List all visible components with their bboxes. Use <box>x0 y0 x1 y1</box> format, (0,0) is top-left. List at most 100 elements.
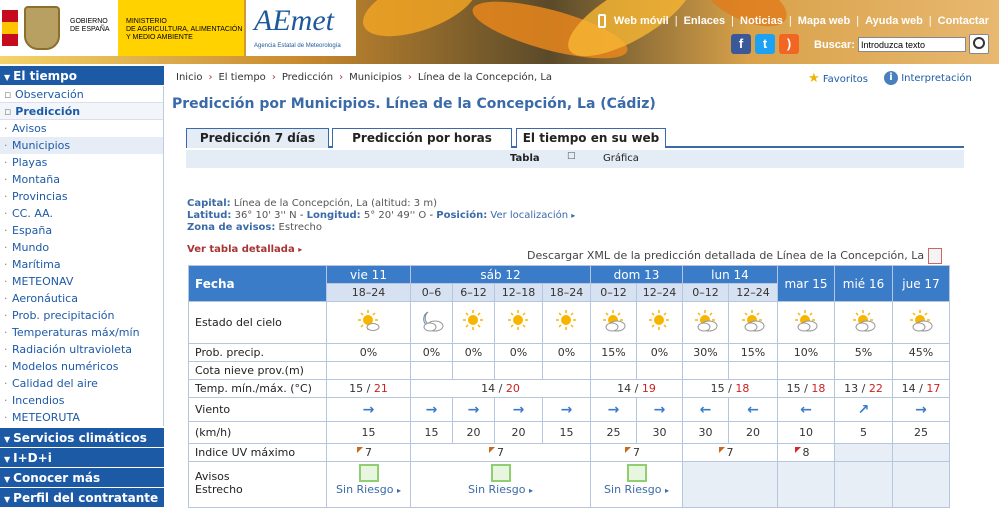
search-icon[interactable] <box>969 34 989 54</box>
tab-prediccion-por-horas[interactable]: Predicción por horas <box>332 128 512 148</box>
nav-mapa-web[interactable]: Mapa web <box>798 15 851 27</box>
wind-speed-cell: 15 <box>410 421 453 444</box>
sidebar-section-perfil-del-contratante[interactable]: ▼ Perfil del contratante <box>0 488 164 508</box>
uv-flag-icon <box>357 447 363 453</box>
interpretacion-link[interactable]: i Interpretación <box>884 71 972 85</box>
sidebar-item-radiaci-n-ultravioleta[interactable]: Radiación ultravioleta <box>0 341 163 358</box>
sidebar-item-modelos-num-ricos[interactable]: Modelos numéricos <box>0 358 163 375</box>
twitter-icon[interactable]: t <box>755 34 775 54</box>
sidebar-item-meteonav[interactable]: METEONAV <box>0 273 163 290</box>
sidebar-item-municipios[interactable]: Municipios <box>0 137 163 154</box>
sidebar-section-i-d-i[interactable]: ▼ I+D+i <box>0 448 164 468</box>
breadcrumb-separator-icon: › <box>208 72 213 83</box>
sky-cell <box>834 301 893 344</box>
breadcrumb-item: Línea de la Concepción, La <box>417 72 553 83</box>
aviso-cell[interactable]: Sin Riesgo ▸ <box>326 461 411 508</box>
sidebar-item-provincias[interactable]: Provincias <box>0 188 163 205</box>
sky-cell <box>590 301 637 344</box>
subtab-bar: Tabla □ Gráfica <box>186 150 964 168</box>
row-label-temp: Temp. mín./máx. (°C) <box>188 379 327 398</box>
capital-value: Línea de la Concepción, La (altitud: 3 m… <box>233 198 437 209</box>
aemet-logo[interactable]: AEmet Agencia Estatal de Meteorología <box>246 0 356 56</box>
gov-line-1: GOBIERNO <box>70 18 108 25</box>
snow-cell <box>728 361 778 380</box>
tab-el-tiempo-en-su-web[interactable]: El tiempo en su web <box>516 128 666 148</box>
temp-max: 20 <box>505 382 520 395</box>
snow-cell <box>590 361 637 380</box>
sidebar-item-observacion[interactable]: ▫ Observación <box>0 86 163 103</box>
sidebar-item-avisos[interactable]: Avisos <box>0 120 163 137</box>
sidebar-item-mundo[interactable]: Mundo <box>0 239 163 256</box>
day-header: sáb 12 <box>410 265 591 284</box>
aviso-cell[interactable]: Sin Riesgo ▸ <box>410 461 591 508</box>
breadcrumb-item[interactable]: Municipios <box>349 72 402 83</box>
sidebar-item-prob-precipitaci-n[interactable]: Prob. precipitación <box>0 307 163 324</box>
row-label-snow: Cota nieve prov.(m) <box>188 361 327 380</box>
wind-cell: → <box>542 397 591 422</box>
subtab-grafica[interactable]: Gráfica <box>603 153 639 164</box>
hour-range: 18–24 <box>326 283 411 302</box>
temp-cell: 13 / 22 <box>834 379 893 398</box>
nav-ayuda-web[interactable]: Ayuda web <box>865 15 923 27</box>
aviso-cell-empty <box>892 461 950 508</box>
sidebar-section-el-tiempo[interactable]: ▼ El tiempo <box>0 66 164 86</box>
uv-cell: 7 <box>326 443 411 462</box>
sky-cell <box>777 301 835 344</box>
sky-cell <box>636 301 683 344</box>
subtab-tabla[interactable]: Tabla <box>510 153 540 164</box>
wind-cell: ← <box>777 397 835 422</box>
aviso-green-box-icon <box>358 464 379 482</box>
sidebar-item-aeron-utica[interactable]: Aeronáutica <box>0 290 163 307</box>
government-logo[interactable]: GOBIERNO DE ESPAÑA MINISTERIO DE AGRICUL… <box>0 0 244 56</box>
wind-speed-cell: 20 <box>452 421 495 444</box>
breadcrumb-item[interactable]: Predicción <box>282 72 333 83</box>
wind-cell: → <box>452 397 495 422</box>
uv-flag-icon <box>489 447 495 453</box>
temp-cell: 14 / 19 <box>590 379 683 398</box>
sidebar-item-espa-a[interactable]: España <box>0 222 163 239</box>
rss-icon[interactable]: ) <box>779 34 799 54</box>
tab-prediccion-7-dias[interactable]: Predicción 7 días <box>186 128 329 148</box>
wind-speed-cell: 15 <box>542 421 591 444</box>
sidebar-item-mar-tima[interactable]: Marítima <box>0 256 163 273</box>
aviso-cell[interactable]: Sin Riesgo ▸ <box>590 461 683 508</box>
nav-enlaces[interactable]: Enlaces <box>684 15 726 27</box>
wind-speed-cell: 15 <box>326 421 411 444</box>
temp-max: 18 <box>811 382 826 395</box>
sidebar-section-conocer-m-s[interactable]: ▼ Conocer más <box>0 468 164 488</box>
cloud-sun-icon <box>739 310 767 337</box>
row-label-avisos: Avisos Estrecho <box>188 461 327 508</box>
facebook-icon[interactable]: f <box>731 34 751 54</box>
sidebar-item-incendios[interactable]: Incendios <box>0 392 163 409</box>
aviso-cell-empty <box>682 461 778 508</box>
sidebar-item-cc-aa-[interactable]: CC. AA. <box>0 205 163 222</box>
breadcrumb-item[interactable]: El tiempo <box>218 72 265 83</box>
sidebar-item-prediccion[interactable]: ▫ Predicción <box>0 103 163 120</box>
sidebar-item-monta-a[interactable]: Montaña <box>0 171 163 188</box>
sidebar-item-meteoruta[interactable]: METEORUTA <box>0 409 163 426</box>
ver-localizacion-link[interactable]: Ver localización ▸ <box>490 210 575 221</box>
sky-cell <box>410 301 453 344</box>
nav-web-movil[interactable]: Web móvil <box>614 15 669 27</box>
nav-noticias[interactable]: Noticias <box>740 15 783 27</box>
temp-min: 14 <box>617 382 632 395</box>
nav-contactar[interactable]: Contactar <box>938 15 989 27</box>
social-links: f t ) <box>731 34 799 54</box>
favoritos-link[interactable]: ★ Favoritos <box>808 71 868 86</box>
forecast-table: Fecha vie 11 sáb 12 dom 13 lun 14 mar 15 mié 1… <box>188 265 950 508</box>
sidebar-item-playas[interactable]: Playas <box>0 154 163 171</box>
wind-arrow-icon: ← <box>699 401 712 418</box>
hour-range: 18–24 <box>542 283 591 302</box>
uv-flag-icon <box>718 447 725 453</box>
ministry-line-3: Y MEDIO AMBIENTE <box>126 34 193 41</box>
sidebar-item-temperaturas-m-x-m-n[interactable]: Temperaturas máx/mín <box>0 324 163 341</box>
breadcrumb-item[interactable]: Inicio <box>176 72 202 83</box>
uv-flag-icon <box>794 447 801 453</box>
ministry-line-2: DE AGRICULTURA, ALIMENTACIÓN <box>126 26 243 33</box>
snow-cell <box>410 361 453 380</box>
xml-download-link[interactable]: Descargar XML de la predicción detallada… <box>527 248 943 264</box>
sidebar-item-calidad-del-aire[interactable]: Calidad del aire <box>0 375 163 392</box>
search-input[interactable] <box>858 37 966 52</box>
ver-tabla-detallada-link[interactable]: Ver tabla detallada ▸ <box>187 244 302 255</box>
sidebar-section-servicios-clim-ticos[interactable]: ▼ Servicios climáticos <box>0 428 164 448</box>
